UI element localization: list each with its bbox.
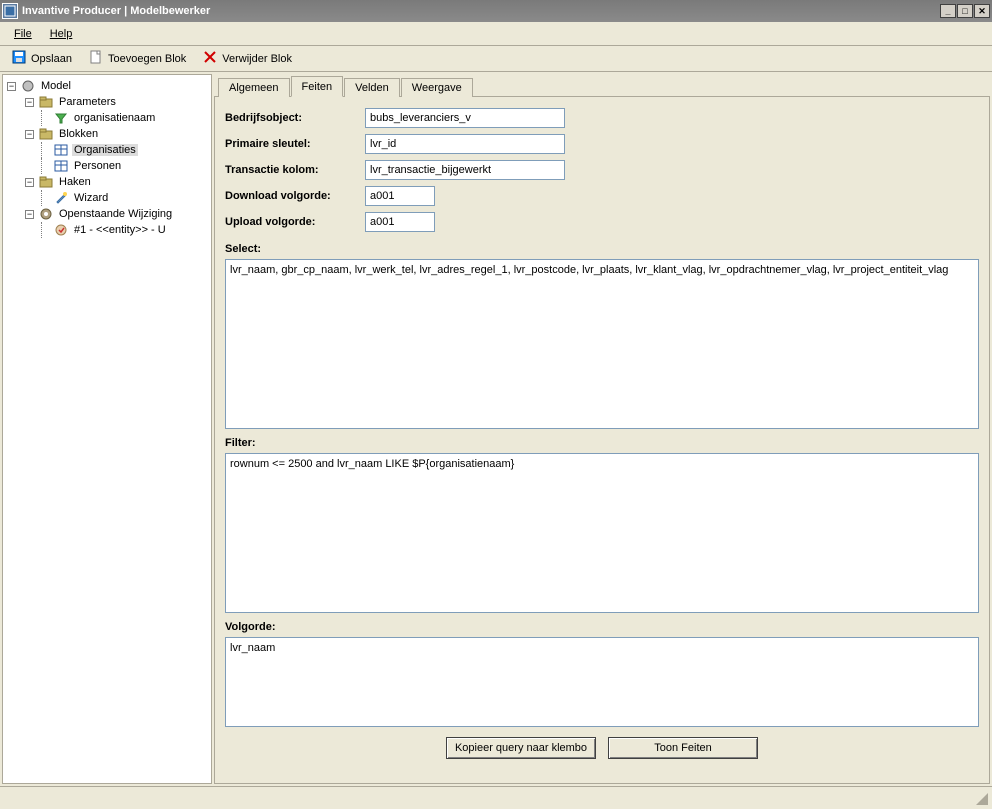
expander-icon[interactable]: − <box>23 96 36 109</box>
business-object-label: Bedrijfsobject: <box>225 112 365 124</box>
order-textarea[interactable] <box>225 637 979 727</box>
delete-icon <box>202 49 218 68</box>
menu-file[interactable]: File <box>6 26 40 42</box>
filter-label: Filter: <box>225 437 979 449</box>
tab-weergave[interactable]: Weergave <box>401 78 473 97</box>
save-button[interactable]: Opslaan <box>4 48 79 70</box>
minimize-button[interactable]: _ <box>940 4 956 18</box>
folder-icon <box>38 174 54 190</box>
filter-textarea[interactable] <box>225 453 979 613</box>
save-label: Opslaan <box>31 53 72 65</box>
expander-icon[interactable]: − <box>23 208 36 221</box>
maximize-button[interactable]: □ <box>957 4 973 18</box>
select-textarea[interactable] <box>225 259 979 429</box>
main-area: − Model − Parameters organisatienaam − B… <box>0 72 992 786</box>
tree-label: Wizard <box>72 192 110 204</box>
window-controls: _ □ ✕ <box>939 4 990 18</box>
status-bar <box>0 786 992 809</box>
menu-bar: File Help <box>0 22 992 46</box>
close-button[interactable]: ✕ <box>974 4 990 18</box>
tree-label: #1 - <<entity>> - U <box>72 224 168 236</box>
tree-hooks[interactable]: − Haken <box>23 174 209 190</box>
tab-velden[interactable]: Velden <box>344 78 400 97</box>
download-order-label: Download volgorde: <box>225 190 365 202</box>
save-icon <box>11 49 27 68</box>
toolbar: Opslaan Toevoegen Blok Verwijder Blok <box>0 46 992 72</box>
folder-icon <box>38 94 54 110</box>
primary-key-label: Primaire sleutel: <box>225 138 365 150</box>
content-area: Algemeen Feiten Velden Weergave Bedrijfs… <box>214 74 990 784</box>
tree-block-personen[interactable]: Personen <box>41 158 209 174</box>
table-icon <box>53 158 69 174</box>
tree-label: organisatienaam <box>72 112 157 124</box>
tab-strip: Algemeen Feiten Velden Weergave <box>214 74 990 96</box>
upload-order-label: Upload volgorde: <box>225 216 365 228</box>
table-icon <box>53 142 69 158</box>
show-facts-button[interactable]: Toon Feiten <box>608 737 758 759</box>
tab-algemeen[interactable]: Algemeen <box>218 78 290 97</box>
upload-order-input[interactable] <box>365 212 435 232</box>
tree-block-organisaties[interactable]: Organisaties <box>41 142 209 158</box>
download-order-input[interactable] <box>365 186 435 206</box>
tree-label: Blokken <box>57 128 100 140</box>
remove-block-label: Verwijder Blok <box>222 53 292 65</box>
tree-parameters[interactable]: − Parameters <box>23 94 209 110</box>
remove-block-button[interactable]: Verwijder Blok <box>195 48 299 70</box>
app-icon <box>2 3 18 19</box>
model-icon <box>20 78 36 94</box>
tree-label: Personen <box>72 160 123 172</box>
tab-feiten[interactable]: Feiten <box>291 76 344 97</box>
tree-pending-item[interactable]: #1 - <<entity>> - U <box>41 222 209 238</box>
tab-pane-feiten: Bedrijfsobject: Primaire sleutel: Transa… <box>214 96 990 784</box>
tree-label: Openstaande Wijziging <box>57 208 174 220</box>
tree-pending-changes[interactable]: − Openstaande Wijziging <box>23 206 209 222</box>
tree-blocks[interactable]: − Blokken <box>23 126 209 142</box>
tree-parameter-item[interactable]: organisatienaam <box>41 110 209 126</box>
tree-label: Model <box>39 80 73 92</box>
wizard-icon <box>53 190 69 206</box>
window-title: Invantive Producer | Modelbewerker <box>22 5 939 17</box>
menu-help[interactable]: Help <box>42 26 81 42</box>
tree-root-model[interactable]: − Model <box>5 78 209 94</box>
copy-query-button[interactable]: Kopieer query naar klembo <box>446 737 596 759</box>
tree-label: Haken <box>57 176 93 188</box>
change-icon <box>53 222 69 238</box>
business-object-input[interactable] <box>365 108 565 128</box>
tree-hook-wizard[interactable]: Wizard <box>41 190 209 206</box>
window-titlebar: Invantive Producer | Modelbewerker _ □ ✕ <box>0 0 992 22</box>
gear-icon <box>38 206 54 222</box>
add-block-button[interactable]: Toevoegen Blok <box>81 48 193 70</box>
folder-icon <box>38 126 54 142</box>
add-block-label: Toevoegen Blok <box>108 53 186 65</box>
document-icon <box>88 49 104 68</box>
tree-label: Organisaties <box>72 144 138 156</box>
expander-icon[interactable]: − <box>23 128 36 141</box>
funnel-icon <box>53 110 69 126</box>
expander-icon[interactable]: − <box>5 80 18 93</box>
model-tree[interactable]: − Model − Parameters organisatienaam − B… <box>2 74 212 784</box>
transaction-column-label: Transactie kolom: <box>225 164 365 176</box>
bottom-button-row: Kopieer query naar klembo Toon Feiten <box>225 737 979 759</box>
tree-label: Parameters <box>57 96 118 108</box>
transaction-column-input[interactable] <box>365 160 565 180</box>
resize-grip-icon[interactable] <box>976 793 990 807</box>
primary-key-input[interactable] <box>365 134 565 154</box>
expander-icon[interactable]: − <box>23 176 36 189</box>
select-label: Select: <box>225 243 979 255</box>
order-label: Volgorde: <box>225 621 979 633</box>
